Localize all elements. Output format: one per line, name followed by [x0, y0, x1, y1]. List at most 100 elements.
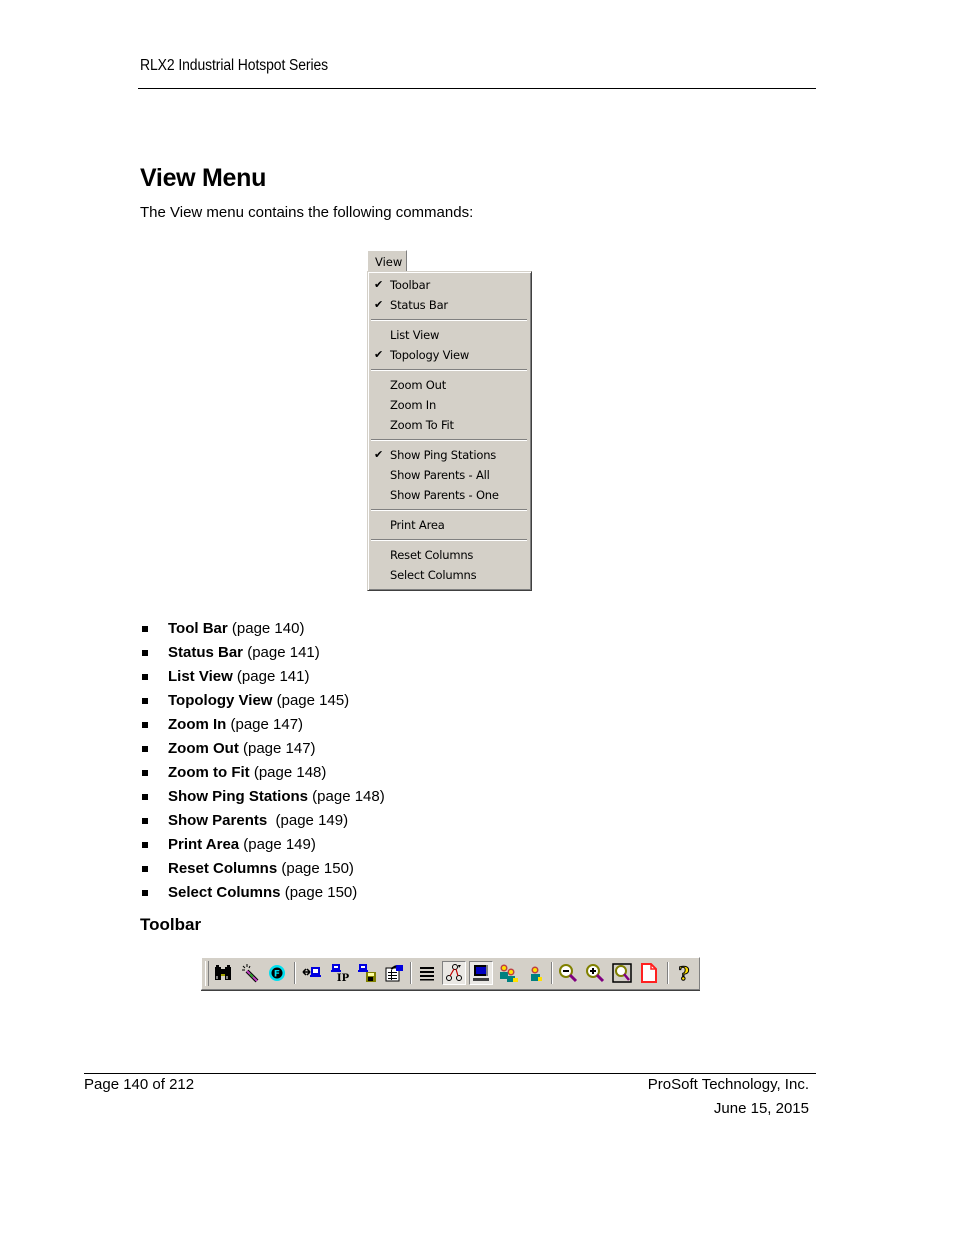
command-link[interactable]: Topology View	[168, 692, 272, 709]
menu-item-reset-columns[interactable]: Reset Columns	[368, 545, 531, 565]
bullet-icon	[142, 842, 148, 848]
zoom-out-icon[interactable]	[556, 961, 580, 985]
bullet-icon	[142, 674, 148, 680]
scan-icon[interactable]	[239, 961, 263, 985]
menu-item-label: Show Parents - One	[390, 488, 499, 502]
menu-item-list-view[interactable]: List View	[368, 325, 531, 345]
page-number: Page 140 of 212	[84, 1076, 195, 1093]
menu-item-show-parents-all[interactable]: Show Parents - All	[368, 465, 531, 485]
menu-item-status-bar[interactable]: ✔ Status Bar	[368, 295, 531, 315]
properties-icon[interactable]	[382, 961, 406, 985]
command-link[interactable]: Zoom Out	[168, 740, 239, 757]
command-link[interactable]: Show Ping Stations	[168, 788, 308, 805]
page-ref: (page 141)	[243, 644, 320, 661]
bullet-icon	[142, 770, 148, 776]
command-link[interactable]: Print Area	[168, 836, 239, 853]
find-icon[interactable]	[211, 961, 235, 985]
command-link[interactable]: Select Columns	[168, 884, 281, 901]
list-item: Show Parents (page 149)	[140, 809, 385, 833]
company-name: ProSoft Technology, Inc.	[647, 1076, 809, 1093]
menu-item-topology-view[interactable]: ✔ Topology View	[368, 345, 531, 365]
toolbar-grip[interactable]	[205, 961, 209, 986]
list-item: Zoom Out (page 147)	[140, 737, 385, 761]
toolbar-separator	[551, 962, 553, 984]
view-menu-tab[interactable]: View	[367, 250, 407, 271]
command-link[interactable]: Show Parents	[168, 812, 267, 829]
command-link[interactable]: List View	[168, 668, 233, 685]
zoom-in-icon[interactable]	[583, 961, 607, 985]
help-icon[interactable]: ?	[672, 961, 696, 985]
menu-separator	[368, 435, 531, 445]
command-link[interactable]: Zoom to Fit	[168, 764, 250, 781]
menu-separator	[368, 315, 531, 325]
intro-text: The View menu contains the following com…	[140, 204, 474, 221]
f-icon[interactable]: F	[265, 961, 289, 985]
zoom-to-fit-icon[interactable]	[610, 961, 634, 985]
save-icon[interactable]	[355, 961, 379, 985]
ip-icon[interactable]: IP	[328, 961, 352, 985]
menu-item-label: Print Area	[390, 518, 445, 532]
list-item: List View (page 141)	[140, 665, 385, 689]
page-ref: (page 148)	[308, 788, 385, 805]
connect-icon[interactable]	[300, 961, 324, 985]
list-item: Zoom to Fit (page 148)	[140, 761, 385, 785]
page-ref: (page 150)	[277, 860, 354, 877]
show-parents-all-icon[interactable]	[496, 961, 520, 985]
checkmark-icon: ✔	[374, 278, 384, 291]
toolbar: F IP ?	[201, 957, 700, 990]
print-area-icon[interactable]	[637, 961, 661, 985]
monitor-icon[interactable]	[469, 961, 493, 985]
list-item: Show Ping Stations (page 148)	[140, 785, 385, 809]
menu-item-label: Select Columns	[390, 568, 477, 582]
menu-item-label: Show Parents - All	[390, 468, 490, 482]
page-ref: (page 141)	[232, 668, 310, 685]
checkmark-icon: ✔	[374, 448, 384, 461]
topology-view-icon[interactable]	[442, 961, 466, 985]
command-link[interactable]: Status Bar	[168, 644, 243, 661]
list-item: Tool Bar (page 140)	[140, 617, 385, 641]
bullet-icon	[142, 722, 148, 728]
menu-item-label: Status Bar	[390, 298, 448, 312]
menu-item-label: Topology View	[390, 348, 470, 362]
menu-item-label: Zoom To Fit	[390, 418, 454, 432]
menu-item-show-parents-one[interactable]: Show Parents - One	[368, 485, 531, 505]
checkmark-icon: ✔	[374, 348, 384, 361]
menu-item-label: List View	[390, 328, 440, 342]
command-link[interactable]: Zoom In	[168, 716, 226, 733]
bullet-icon	[142, 890, 148, 896]
menu-separator	[368, 365, 531, 375]
menu-item-toolbar[interactable]: ✔ Toolbar	[368, 275, 531, 295]
list-view-icon[interactable]	[415, 961, 439, 985]
bullet-icon	[142, 626, 148, 632]
menu-item-zoom-to-fit[interactable]: Zoom To Fit	[368, 415, 531, 435]
list-item: Zoom In (page 147)	[140, 713, 385, 737]
bullet-icon	[142, 818, 148, 824]
menu-item-print-area[interactable]: Print Area	[368, 515, 531, 535]
menu-item-zoom-out[interactable]: Zoom Out	[368, 375, 531, 395]
menu-item-show-ping-stations[interactable]: ✔ Show Ping Stations	[368, 445, 531, 465]
toolbar-separator	[667, 962, 669, 984]
page-ref: (page 148)	[249, 764, 327, 781]
command-link[interactable]: Tool Bar	[168, 620, 228, 637]
page-ref: (page 149)	[239, 836, 316, 853]
toolbar-separator	[410, 962, 412, 984]
header-rule	[138, 88, 816, 89]
page-ref: (page 147)	[226, 716, 304, 733]
menu-item-label: Toolbar	[390, 278, 431, 292]
publish-date: June 15, 2015	[713, 1100, 809, 1117]
bullet-icon	[142, 650, 148, 656]
list-item: Print Area (page 149)	[140, 833, 385, 857]
command-link[interactable]: Reset Columns	[168, 860, 277, 877]
page-title: View Menu	[140, 164, 267, 192]
menu-item-label: Reset Columns	[390, 548, 474, 562]
menu-item-zoom-in[interactable]: Zoom In	[368, 395, 531, 415]
toolbar-separator	[294, 962, 296, 984]
list-item: Reset Columns (page 150)	[140, 857, 385, 881]
page-ref: (page 149)	[267, 812, 349, 829]
menu-item-label: Show Ping Stations	[390, 448, 497, 462]
show-parents-one-icon[interactable]	[523, 961, 547, 985]
command-list: Tool Bar (page 140) Status Bar (page 141…	[140, 617, 385, 905]
menu-item-select-columns[interactable]: Select Columns	[368, 565, 531, 585]
view-menu-dropdown: ✔ Toolbar ✔ Status Bar List View ✔ Topology…	[367, 271, 532, 591]
bullet-icon	[142, 746, 148, 752]
